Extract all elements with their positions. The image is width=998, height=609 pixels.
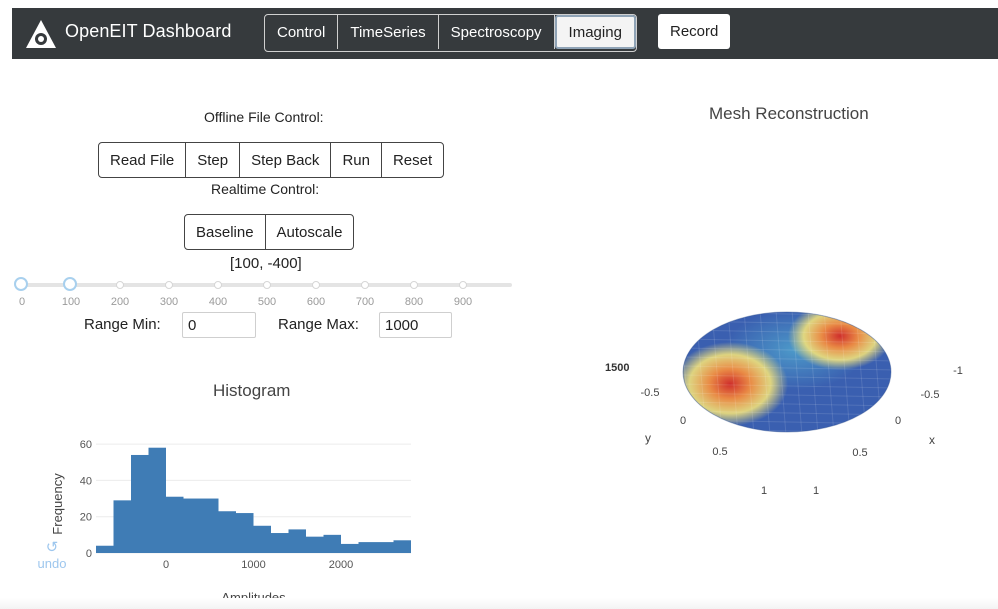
range-max-input[interactable] [379, 312, 452, 338]
slider-tick-label: 400 [208, 296, 228, 308]
triangle-eye-icon [26, 20, 56, 48]
slider-tick-label: 900 [453, 296, 473, 308]
slider-dot[interactable] [165, 281, 173, 289]
slider-tick-label: 100 [61, 296, 81, 308]
undo-label: undo [37, 556, 67, 571]
histogram-chart: 0204060010002000AmplitudesFrequency [50, 439, 411, 605]
undo-icon: ↺ [45, 539, 59, 556]
y-tick-label: 20 [80, 512, 92, 524]
tab-timeseries[interactable]: TimeSeries [338, 15, 439, 49]
mesh-title: Mesh Reconstruction [709, 104, 869, 123]
mesh-x-axis-title: x [929, 433, 935, 447]
mesh-right-tick-label: 0 [895, 415, 901, 427]
mesh-left-tick-label: 1 [761, 485, 767, 497]
colorbar-label: 1500 [605, 362, 629, 374]
slider-handle-max[interactable] [63, 277, 77, 291]
slider-tick-label: 0 [18, 296, 26, 308]
x-tick-label: 2000 [329, 559, 353, 571]
histogram-bar [306, 536, 324, 553]
mesh-right-tick-label: 1 [813, 485, 819, 497]
tab-imaging[interactable]: Imaging [554, 15, 636, 49]
offline-button-group: Read File Step Step Back Run Reset [98, 142, 445, 178]
app-title: OpenEIT Dashboard [65, 21, 232, 41]
x-tick-label: 1000 [241, 559, 265, 571]
slider-dot[interactable] [361, 281, 369, 289]
histogram-bar [236, 513, 254, 553]
reset-button[interactable]: Reset [382, 143, 443, 177]
slider-tick-label: 600 [306, 296, 326, 308]
y-axis-title: Frequency [50, 473, 65, 535]
histogram-bar [218, 511, 236, 553]
mesh-right-tick-label: -1 [953, 365, 963, 377]
slider-dot[interactable] [312, 281, 320, 289]
slider-tick-label: 300 [159, 296, 179, 308]
mesh-reconstruction-plot: 1500 -0.5 0 0.5 1 -1 -0.5 0 0.5 1 y x [605, 311, 963, 497]
baseline-button[interactable]: Baseline [185, 215, 266, 249]
mesh-right-tick-label: 0.5 [852, 447, 867, 459]
histogram-bar [183, 498, 201, 553]
slider-dot[interactable] [116, 281, 124, 289]
range-display: [100, -400] [230, 255, 302, 272]
histogram-bar [271, 533, 289, 553]
slider-tick-label: 500 [257, 296, 277, 308]
slider-handle-min[interactable] [14, 277, 28, 291]
tab-spectroscopy[interactable]: Spectroscopy [439, 15, 555, 49]
navbar: OpenEIT Dashboard Control TimeSeries Spe… [12, 8, 998, 59]
step-button[interactable]: Step [186, 143, 241, 177]
histogram-bar [341, 543, 359, 553]
tab-control[interactable]: Control [265, 15, 339, 49]
range-max-label: Range Max: [278, 316, 359, 333]
histogram-bar [131, 454, 149, 553]
realtime-control-title: Realtime Control: [211, 181, 320, 197]
slider-tick-label: 200 [110, 296, 130, 308]
slider-dot[interactable] [410, 281, 418, 289]
slider-tick-label: 700 [355, 296, 375, 308]
histogram-bar [393, 540, 411, 553]
histogram-bar [358, 542, 376, 553]
histogram-bar [253, 525, 271, 553]
slider-dot[interactable] [459, 281, 467, 289]
mesh-y-axis-title: y [645, 431, 651, 445]
mesh-left-tick-label: -0.5 [641, 387, 660, 399]
mesh-left-tick-label: 0 [680, 415, 686, 427]
page-bottom-edge [0, 598, 998, 609]
y-tick-label: 60 [80, 439, 92, 451]
range-min-label: Range Min: [84, 316, 161, 333]
slider-dot[interactable] [263, 281, 271, 289]
histogram-bar [113, 500, 131, 553]
histogram-bar [96, 545, 114, 553]
histogram-title: Histogram [213, 381, 291, 400]
histogram-bar [288, 529, 306, 553]
mesh-right-tick-label: -0.5 [921, 389, 940, 401]
read-file-button[interactable]: Read File [99, 143, 187, 177]
histogram-bar [323, 534, 341, 553]
mesh-surface [683, 312, 891, 432]
slider-tick-label: 800 [404, 296, 424, 308]
realtime-button-group: Baseline Autoscale [184, 214, 355, 250]
undo-button[interactable]: ↺ undo [37, 539, 67, 572]
autoscale-button[interactable]: Autoscale [266, 215, 354, 249]
record-button[interactable]: Record [658, 14, 731, 49]
histogram-bar [166, 496, 184, 553]
offline-control-title: Offline File Control: [204, 109, 324, 125]
range-min-input[interactable] [182, 312, 256, 338]
y-tick-label: 40 [80, 475, 92, 487]
histogram-bar [376, 542, 394, 553]
slider-dot[interactable] [214, 281, 222, 289]
mesh-left-tick-label: 0.5 [712, 446, 727, 458]
range-slider[interactable]: 0 100 200 300 400 500 600 700 800 900 [0, 275, 520, 315]
histogram-bar [201, 498, 219, 553]
x-tick-label: 0 [163, 559, 169, 571]
run-button[interactable]: Run [331, 143, 382, 177]
y-tick-label: 0 [86, 548, 92, 560]
step-back-button[interactable]: Step Back [240, 143, 332, 177]
histogram-bar [148, 447, 166, 553]
nav-tabs: Control TimeSeries Spectroscopy Imaging [264, 14, 637, 52]
